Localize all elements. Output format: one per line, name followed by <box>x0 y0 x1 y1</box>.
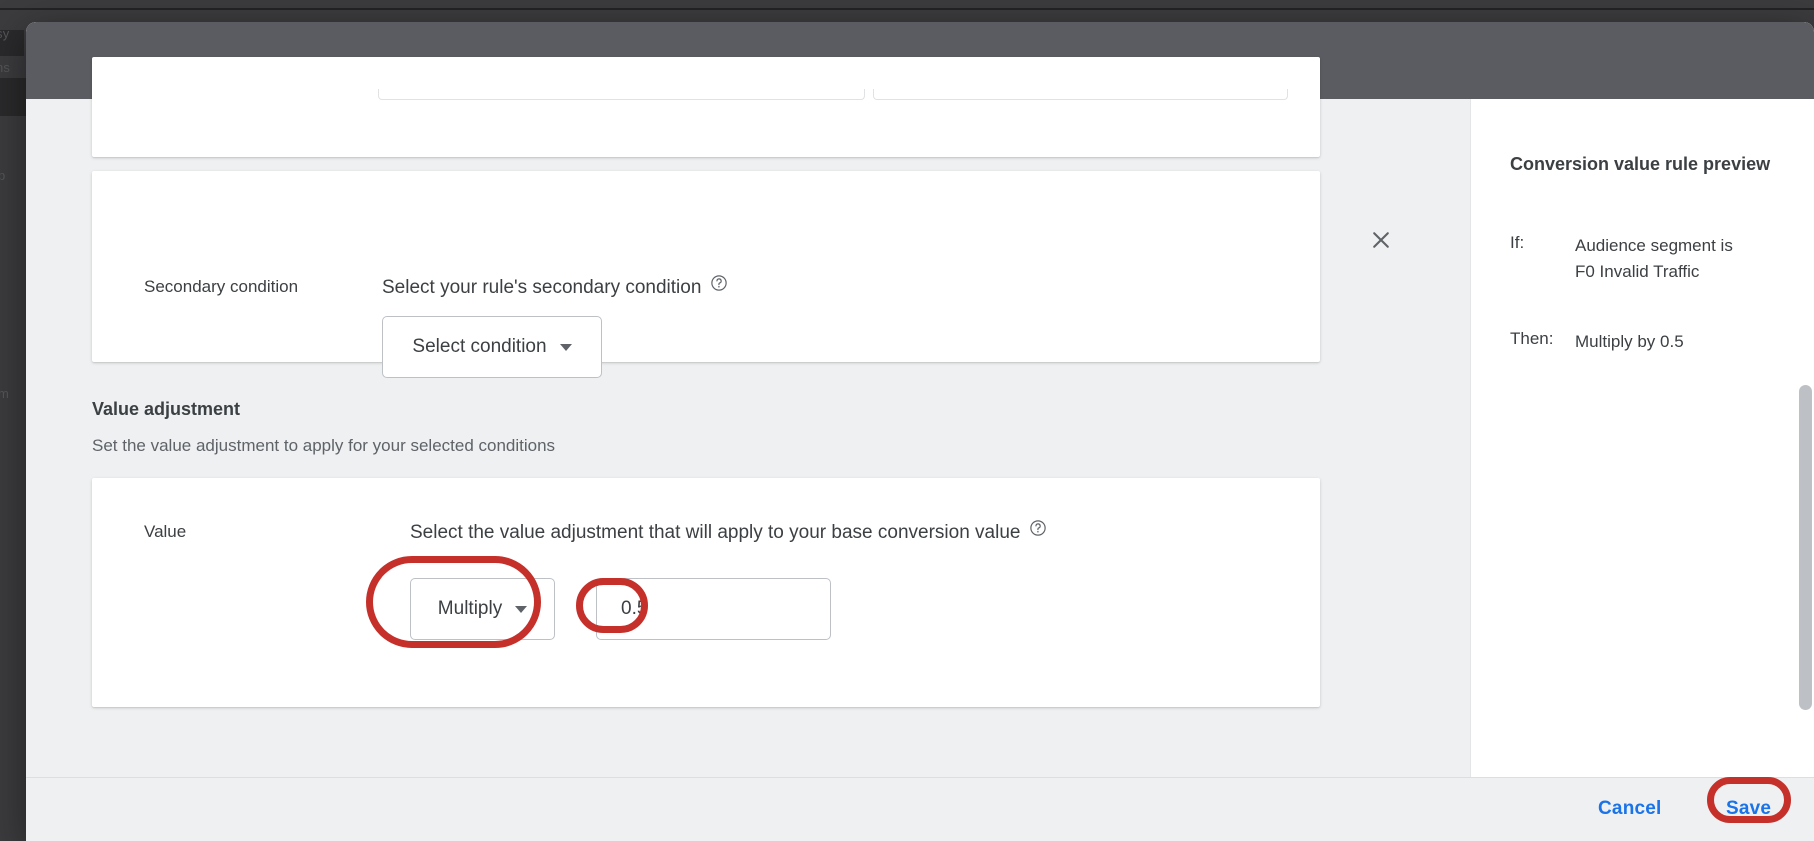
primary-condition-value-stub[interactable] <box>873 89 1288 100</box>
dialog-footer: Cancel Save <box>26 777 1814 841</box>
cancel-button[interactable]: Cancel <box>1598 798 1662 820</box>
close-icon <box>1369 228 1393 252</box>
value-label: Value <box>144 522 186 542</box>
value-operation-value: Multiply <box>438 598 502 620</box>
backdrop-hidden-text: m <box>0 386 9 401</box>
value-prompt: Select the value adjustment that will ap… <box>410 519 1047 544</box>
chevron-down-icon <box>515 606 527 613</box>
secondary-condition-card: Secondary condition Select your rule's s… <box>92 171 1320 362</box>
value-adjustment-subheading: Set the value adjustment to apply for yo… <box>92 436 555 456</box>
value-adjustment-heading: Value adjustment <box>92 399 240 420</box>
value-amount-input[interactable]: 0.5 <box>596 578 831 640</box>
backdrop-hidden-text: p <box>0 168 5 183</box>
backdrop-hidden-text: ns <box>0 60 10 75</box>
conversion-value-rule-preview-pane: Conversion value rule preview If: Audien… <box>1470 99 1814 777</box>
remove-secondary-condition-button[interactable] <box>1360 219 1402 261</box>
dialog-scrollbar-track[interactable] <box>1797 99 1814 777</box>
backdrop-chip <box>0 78 26 116</box>
value-prompt-text: Select the value adjustment that will ap… <box>410 522 1020 543</box>
save-button[interactable]: Save <box>1726 798 1771 820</box>
help-circle-icon[interactable] <box>710 274 728 292</box>
preview-if-value: Audience segment is F0 Invalid Traffic <box>1575 233 1733 285</box>
value-rules-dialog: Value rules Secondary condition Select y… <box>26 22 1814 841</box>
backdrop-divider <box>0 8 1814 10</box>
value-adjustment-card: Value Select the value adjustment that w… <box>92 478 1320 707</box>
preview-if-label: If: <box>1510 233 1524 253</box>
dialog-left-pane: Secondary condition Select your rule's s… <box>26 99 1470 777</box>
secondary-condition-dropdown-value: Select condition <box>412 336 546 358</box>
backdrop-hidden-text: sy <box>0 26 9 41</box>
value-operation-dropdown[interactable]: Multiply <box>410 578 555 640</box>
secondary-condition-prompt-text: Select your rule's secondary condition <box>382 277 701 298</box>
help-circle-icon[interactable] <box>1029 519 1047 537</box>
dialog-scrollbar-thumb[interactable] <box>1799 385 1812 710</box>
secondary-condition-prompt: Select your rule's secondary condition <box>382 274 728 299</box>
preview-title: Conversion value rule preview <box>1510 154 1770 175</box>
chevron-down-icon <box>560 344 572 351</box>
dialog-body: Secondary condition Select your rule's s… <box>26 99 1814 777</box>
secondary-condition-dropdown[interactable]: Select condition <box>382 316 602 378</box>
value-amount-value: 0.5 <box>597 598 647 620</box>
primary-condition-card <box>92 57 1320 157</box>
secondary-condition-label: Secondary condition <box>144 277 298 297</box>
primary-condition-field-stub[interactable] <box>378 89 865 100</box>
preview-then-label: Then: <box>1510 329 1553 349</box>
preview-then-value: Multiply by 0.5 <box>1575 329 1684 355</box>
